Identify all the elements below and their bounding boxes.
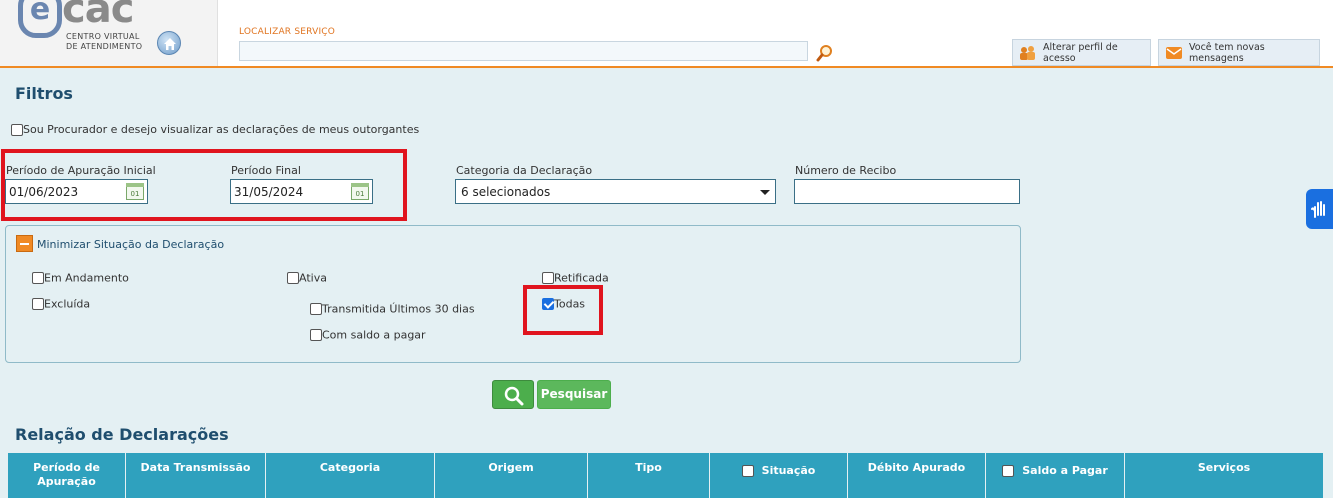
procurador-option[interactable]: Sou Procurador e desejo visualizar as de… xyxy=(11,122,419,136)
procurador-label: Sou Procurador e desejo visualizar as de… xyxy=(23,123,420,136)
recibo-label: Número de Recibo xyxy=(795,164,897,177)
transmitida-label: Transmitida Últimos 30 dias xyxy=(322,302,475,316)
excluida-label: Excluída xyxy=(44,297,91,311)
top-header: e cac CENTRO VIRTUAL DE ATENDIMENTO LOCA… xyxy=(0,0,1333,68)
com-saldo-checkbox[interactable] xyxy=(310,329,322,341)
col-saldo[interactable]: Saldo a Pagar xyxy=(986,453,1125,498)
filters-title: Filtros xyxy=(15,84,73,103)
col-servicos[interactable]: Serviços xyxy=(1125,453,1323,498)
option-retificada[interactable]: Retificada xyxy=(542,271,609,285)
ativa-label: Ativa xyxy=(299,271,327,285)
em-andamento-label: Em Andamento xyxy=(44,271,129,285)
minimize-toggle-icon[interactable] xyxy=(16,235,33,252)
declaracoes-table-header: Período de Apuração Data Transmissão Cat… xyxy=(8,453,1323,498)
col-tipo[interactable]: Tipo xyxy=(588,453,710,498)
users-icon xyxy=(1019,45,1037,61)
col-debito[interactable]: Débito Apurado xyxy=(848,453,986,498)
highlight-period-box xyxy=(1,149,407,221)
ecac-logo-text: cac xyxy=(62,0,134,32)
change-profile-button[interactable]: Alterar perfil de acesso xyxy=(1012,39,1151,66)
transmitida-checkbox[interactable] xyxy=(310,303,322,315)
ecac-logo-subtitle: CENTRO VIRTUAL DE ATENDIMENTO xyxy=(66,32,142,52)
magnifier-icon[interactable] xyxy=(816,44,834,62)
accessibility-sign-language-icon[interactable] xyxy=(1306,189,1333,229)
col-origem[interactable]: Origem xyxy=(435,453,588,498)
search-service-input[interactable] xyxy=(239,41,808,61)
declaracoes-title: Relação de Declarações xyxy=(15,425,229,444)
pesquisar-button[interactable]: Pesquisar xyxy=(537,380,611,409)
ecac-logo-mark: e xyxy=(18,0,62,38)
option-em-andamento[interactable]: Em Andamento xyxy=(32,271,129,285)
procurador-checkbox[interactable] xyxy=(11,123,23,136)
excluida-checkbox[interactable] xyxy=(32,298,44,310)
option-ativa[interactable]: Ativa xyxy=(287,271,327,285)
home-icon[interactable] xyxy=(157,31,181,55)
logo-panel: e cac CENTRO VIRTUAL DE ATENDIMENTO xyxy=(0,0,218,66)
ativa-checkbox[interactable] xyxy=(287,272,299,284)
col-situacao-label: Situação xyxy=(761,464,816,477)
col-periodo[interactable]: Período de Apuração xyxy=(8,453,126,498)
search-button[interactable] xyxy=(492,380,534,409)
categoria-label: Categoria da Declaração xyxy=(456,164,593,177)
saldo-select-all-checkbox[interactable] xyxy=(1002,465,1015,477)
com-saldo-label: Com saldo a pagar xyxy=(322,328,426,342)
em-andamento-checkbox[interactable] xyxy=(32,272,44,284)
col-situacao[interactable]: Situação xyxy=(710,453,848,498)
envelope-icon xyxy=(1165,45,1183,61)
search-service-label: LOCALIZAR SERVIÇO xyxy=(239,27,336,37)
option-transmitida[interactable]: Transmitida Últimos 30 dias xyxy=(310,302,475,316)
retificada-checkbox[interactable] xyxy=(542,272,554,284)
minimize-situacao-label[interactable]: Minimizar Situação da Declaração xyxy=(37,238,224,251)
recibo-input[interactable] xyxy=(794,179,1020,204)
retificada-label: Retificada xyxy=(554,271,609,285)
highlight-todas-box xyxy=(523,285,603,335)
col-categoria[interactable]: Categoria xyxy=(266,453,435,498)
categoria-select[interactable]: 6 selecionados xyxy=(455,179,776,204)
logo-subtitle-line-2: DE ATENDIMENTO xyxy=(66,42,143,51)
option-excluida[interactable]: Excluída xyxy=(32,297,90,311)
categoria-value: 6 selecionados xyxy=(461,185,551,199)
messages-label: Você tem novas mensagens xyxy=(1189,41,1265,64)
col-saldo-label: Saldo a Pagar xyxy=(1022,464,1108,477)
messages-button[interactable]: Você tem novas mensagens xyxy=(1158,39,1320,66)
change-profile-label: Alterar perfil de acesso xyxy=(1043,41,1118,64)
situacao-select-all-checkbox[interactable] xyxy=(741,465,754,477)
chevron-down-icon xyxy=(760,190,770,195)
logo-subtitle-line-1: CENTRO VIRTUAL xyxy=(66,32,140,41)
col-data-transmissao[interactable]: Data Transmissão xyxy=(126,453,266,498)
option-com-saldo[interactable]: Com saldo a pagar xyxy=(310,328,426,342)
